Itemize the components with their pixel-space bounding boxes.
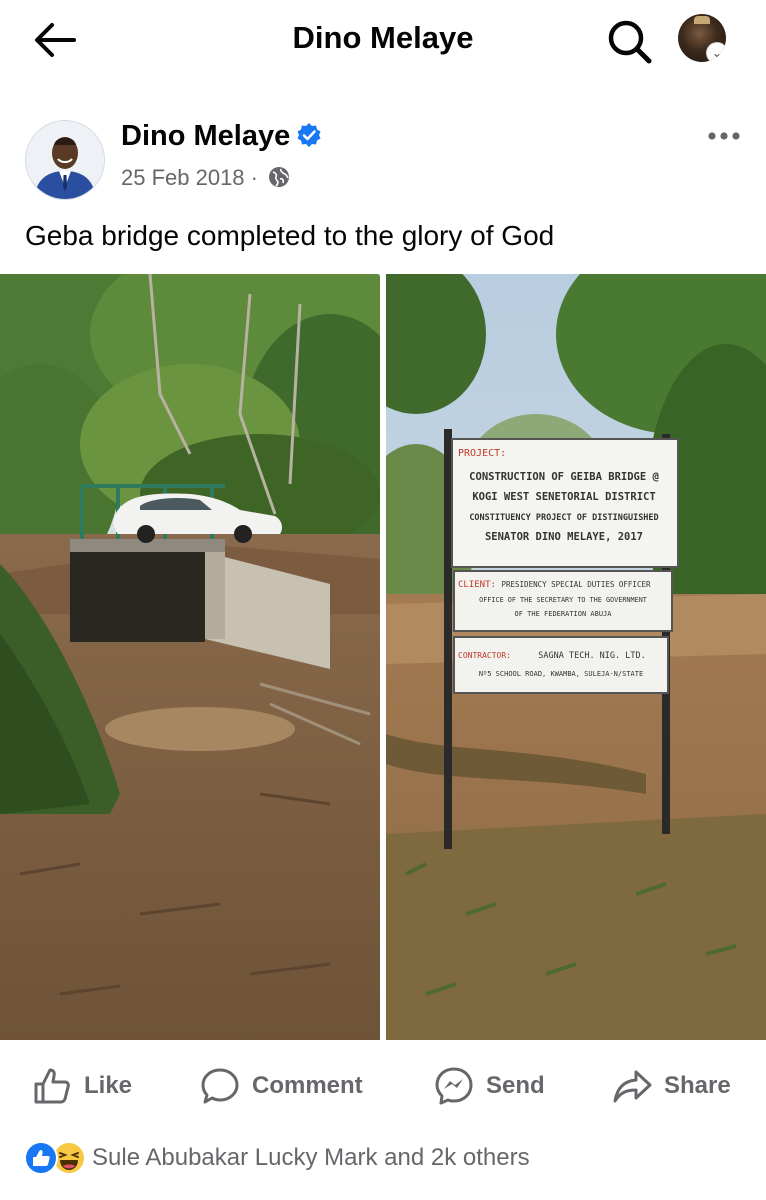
sign-project-line-4: SENATOR DINO MELAYE, 2017 (485, 531, 643, 543)
sign-client-label: CLIENT: (458, 580, 496, 590)
meta-separator: · (250, 165, 258, 190)
more-horizontal-icon (708, 132, 740, 140)
sign-project-line-1: CONSTRUCTION OF GEIBA BRIDGE @ (469, 471, 659, 483)
signboard-scene: PROJECT: CONSTRUCTION OF GEIBA BRIDGE @ … (386, 274, 766, 1040)
signboard-photo[interactable]: PROJECT: CONSTRUCTION OF GEIBA BRIDGE @ … (386, 274, 766, 1040)
sign-contractor-line-2: Nº5 SCHOOL ROAD, KWAMBA, SULEJA-N/STATE (479, 670, 643, 678)
send-label: Send (486, 1072, 545, 1099)
author-photo (26, 121, 104, 199)
search-button[interactable] (604, 16, 654, 66)
sign-client-line-2: OFFICE OF THE SECRETARY TO THE GOVERNMEN… (479, 596, 647, 604)
sign-project-line-3: CONSTITUENCY PROJECT OF DISTINGUISHED (469, 513, 658, 523)
sign-client-line-1: PRESIDENCY SPECIAL DUTIES OFFICER (501, 580, 650, 589)
avatar-cap (694, 16, 710, 24)
post-meta: 25 Feb 2018 · (121, 165, 290, 191)
like-label: Like (84, 1072, 133, 1099)
comment-icon (201, 1068, 239, 1104)
sign-contractor-label: CONTRACTOR: (458, 651, 511, 660)
share-label: Share (664, 1072, 731, 1099)
post-photo-grid: PROJECT: CONSTRUCTION OF GEIBA BRIDGE @ … (0, 274, 766, 1040)
like-reaction-icon (24, 1141, 58, 1175)
author-name[interactable]: Dino Melaye (121, 120, 322, 153)
bridge-photo[interactable] (0, 274, 380, 1040)
post-date[interactable]: 25 Feb 2018 (121, 165, 245, 190)
search-icon (608, 20, 652, 64)
share-arrow-icon (613, 1070, 652, 1103)
verified-badge-icon (297, 123, 321, 147)
author-avatar[interactable] (25, 120, 105, 200)
reactions-summary[interactable]: Sule Abubakar Lucky Mark and 2k others (24, 1138, 530, 1178)
bridge-scene-image (0, 274, 380, 1040)
globe-icon (269, 167, 290, 187)
thumbs-up-icon (34, 1068, 70, 1104)
post-caption: Geba bridge completed to the glory of Go… (25, 220, 555, 251)
sign-project-label: PROJECT: (458, 448, 506, 459)
share-button[interactable]: Share (612, 1064, 731, 1108)
sign-project-line-2: KOGI WEST SENETORIAL DISTRICT (472, 491, 655, 503)
comment-label: Comment (252, 1072, 363, 1099)
send-button[interactable]: Send (434, 1064, 545, 1108)
author-name-text: Dino Melaye (121, 120, 291, 152)
reactions-summary-text: Sule Abubakar Lucky Mark and 2k others (92, 1144, 530, 1171)
account-avatar[interactable]: ⌄ (678, 14, 726, 62)
sign-contractor-line-1: SAGNA TECH. NIG. LTD. (538, 651, 645, 661)
chevron-down-icon: ⌄ (706, 42, 726, 62)
post-action-bar: Like Comment Send Share (0, 1050, 766, 1122)
more-options-button[interactable] (700, 122, 748, 150)
top-app-bar: Dino Melaye ⌄ (0, 0, 766, 80)
post-header: Dino Melaye 25 Feb 2018 · (0, 100, 766, 210)
like-button[interactable]: Like (32, 1064, 132, 1108)
comment-button[interactable]: Comment (200, 1064, 363, 1108)
messenger-icon (435, 1067, 473, 1105)
sign-client-line-3: OF THE FEDERATION ABUJA (515, 610, 613, 618)
